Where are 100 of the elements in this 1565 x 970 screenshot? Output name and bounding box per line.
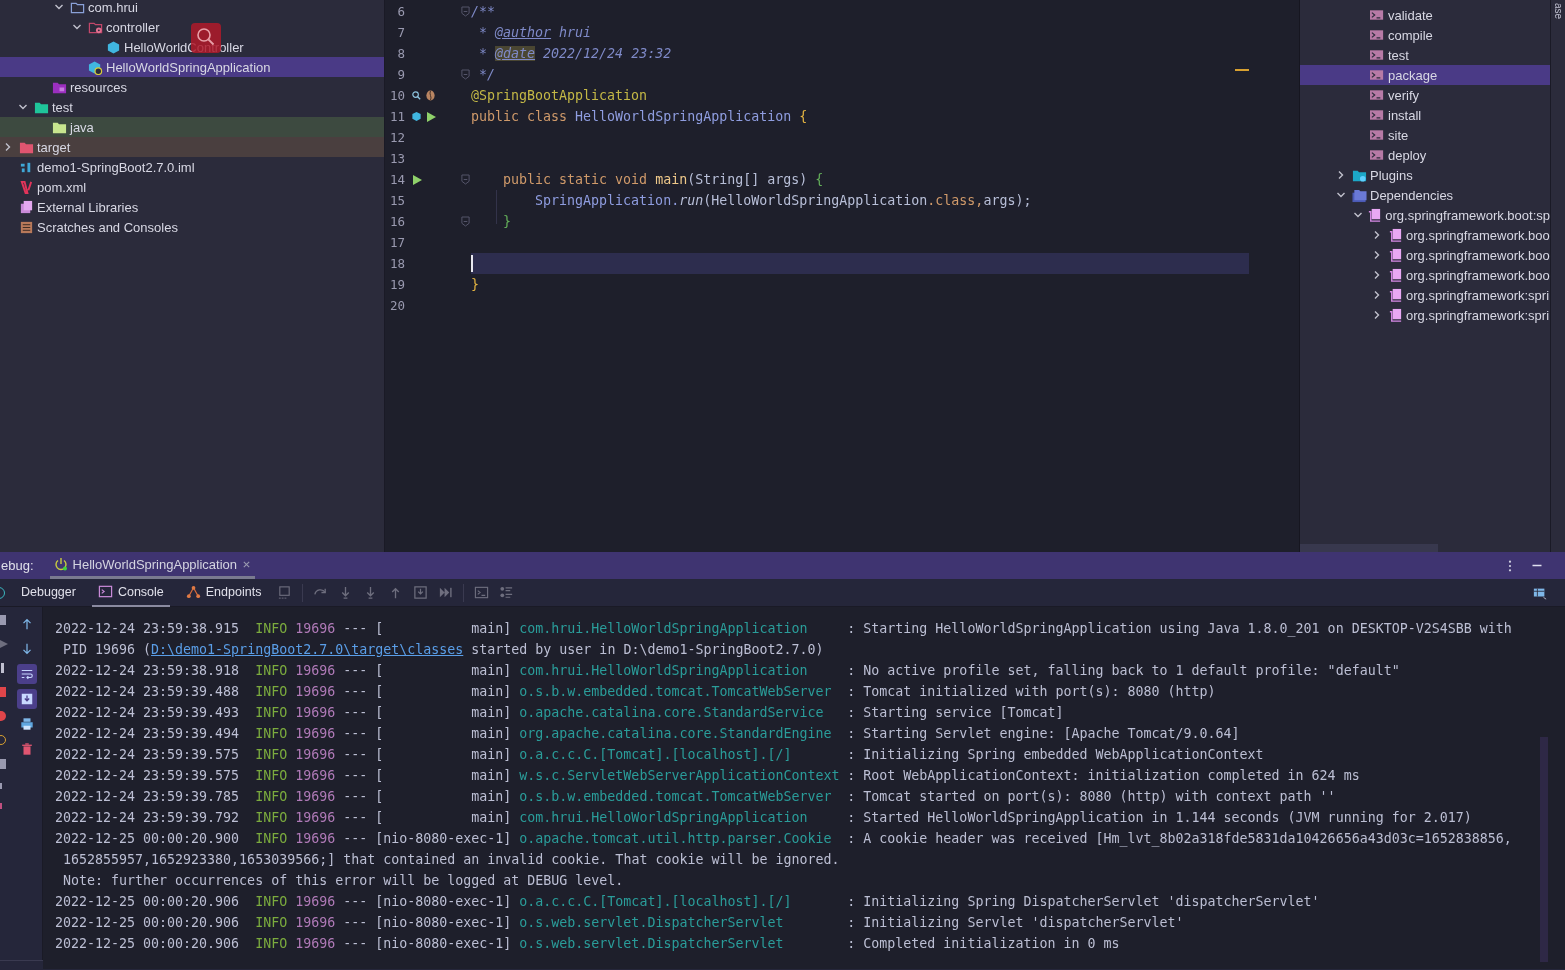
fold-marker-icon[interactable] [461,6,470,17]
soft-wrap-icon[interactable] [17,664,37,684]
line-number: 13 [388,151,405,166]
item-label: controller [106,19,160,35]
tree-item[interactable]: com.hrui [0,0,384,17]
debug-tab[interactable]: Debugger [15,578,82,607]
line-number: 19 [388,277,405,292]
bean-icon[interactable] [425,90,436,101]
thread-name: [ main] [375,767,512,785]
logger-name: o.apache.catalina.core.StandardService [519,704,825,722]
log-level: INFO [255,725,288,743]
tree-item[interactable]: HelloWorldSpringApplication [0,57,384,77]
fold-marker-icon[interactable] [461,174,470,185]
process-id: 19696 [295,683,336,701]
maven-item[interactable]: validate [1300,5,1550,25]
scroll-to-end-icon[interactable] [17,689,37,709]
maven-item[interactable]: deploy [1300,145,1550,165]
tool-window-label[interactable]: ase [1553,3,1564,20]
logger-name: w.s.c.ServletWebServerApplicationContext [519,767,841,785]
list-icon[interactable] [499,585,515,600]
tree-item[interactable]: resources [0,77,384,97]
maven-item[interactable]: test [1300,45,1550,65]
log-timestamp: 2022-12-24 23:59:39.575 [55,767,240,785]
drop-frame-icon[interactable] [413,585,429,600]
line-number: 20 [388,298,405,313]
run-to-cursor-icon[interactable] [438,585,454,600]
log-level: INFO [255,662,288,680]
item-label: Plugins [1370,167,1413,183]
scrollbar[interactable] [1540,737,1548,962]
fold-marker-icon[interactable] [461,69,470,80]
minimize-icon[interactable] [1532,564,1542,567]
process-id: 19696 [295,830,336,848]
item-label: validate [1388,7,1433,23]
chevron-right-icon[interactable] [1336,170,1346,180]
code-token: hrui [558,25,592,40]
log-separator: --- [343,830,368,848]
thread-name: [nio-8080-exec-1] [375,830,512,848]
maven-item[interactable]: org.springframework.boo [1300,265,1550,285]
terminal-icon [1370,149,1385,161]
code-token: /** [471,4,496,19]
item-label: test [1388,47,1409,63]
search-icon[interactable] [411,90,422,101]
cube-icon[interactable] [411,111,422,122]
line-number: 9 [396,67,405,82]
item-label: test [52,99,73,115]
file-link[interactable]: D:\demo1-SpringBoot2.7.0\target\classes [151,642,464,657]
process-id: 19696 [295,620,336,638]
maven-item[interactable]: org.springframework.boot:sp [1300,205,1550,225]
item-label: resources [70,79,128,95]
thread-name: [ main] [375,746,512,764]
maven-item[interactable]: compile [1300,25,1550,45]
log-message: 1652855957,1652923380,1653039566;] that contained an invalid cookie. That cookie will be ignored. [63,851,840,869]
maven-item[interactable]: Plugins [1300,165,1550,185]
process-id: 19696 [295,788,336,806]
tree-item[interactable]: Scratches and Consoles [0,217,384,237]
line-number: 8 [396,46,405,61]
tree-item[interactable]: External Libraries [0,197,384,217]
close-icon[interactable] [242,559,252,569]
code-token: */ [478,67,496,82]
maven-item[interactable]: org.springframework:spri [1300,305,1550,325]
warning-marker[interactable] [1235,69,1249,71]
scrollbar[interactable] [1300,544,1438,552]
maven-item[interactable]: site [1300,125,1550,145]
resume-icon[interactable] [0,639,8,649]
maven-item[interactable]: org.springframework.boo [1300,245,1550,265]
terminal-icon[interactable] [474,585,490,600]
item-label: com.hrui [88,0,138,15]
debug-tab[interactable]: Endpoints [179,578,268,607]
tree-item[interactable]: controller [0,17,384,37]
log-message: : Starting service [Tomcat] [847,704,1064,722]
maven-item[interactable]: install [1300,105,1550,125]
terminal-icon [1370,9,1385,21]
maven-item[interactable]: verify [1300,85,1550,105]
logger-name: o.a.c.c.C.[Tomcat].[localhost].[/] [519,893,793,911]
tree-item[interactable]: pom.xml [0,177,384,197]
maven-item[interactable]: org.springframework.boo [1300,225,1550,245]
code-token: @date [495,46,536,61]
tree-item[interactable]: target [0,137,384,157]
chevron-right-icon[interactable] [3,142,13,152]
log-timestamp: 2022-12-24 23:59:38.915 [55,620,240,638]
tree-item[interactable]: test [0,97,384,117]
maven-item[interactable]: org.springframework:spri [1300,285,1550,305]
tree-item[interactable]: demo1-SpringBoot2.7.0.iml [0,157,384,177]
log-message: : Started HelloWorldSpringApplication in 1.144 seconds (JVM running for 2.017) [847,809,1472,827]
run-icon[interactable] [411,173,423,186]
log-message: : Completed initialization in 0 ms [847,935,1120,953]
log-separator: --- [343,935,368,953]
chevron-down-icon[interactable] [1352,210,1363,220]
line-number: 14 [388,172,405,187]
fold-marker-icon[interactable] [461,216,470,227]
chevron-down-icon[interactable] [1336,190,1346,200]
tree-item[interactable]: java [0,117,384,137]
run-icon[interactable] [425,110,437,123]
log-separator: --- [343,662,368,680]
chevron-down-icon[interactable] [18,102,28,112]
logger-name: com.hrui.HelloWorldSpringApplication [519,620,809,638]
log-message: : No active profile set, falling back to 1 default profile: "default" [847,662,1400,680]
maven-item[interactable]: Dependencies [1300,185,1550,205]
log-message: : Starting Servlet engine: [Apache Tomcat/9.0.64] [847,725,1240,743]
maven-item[interactable]: package [1300,65,1550,85]
